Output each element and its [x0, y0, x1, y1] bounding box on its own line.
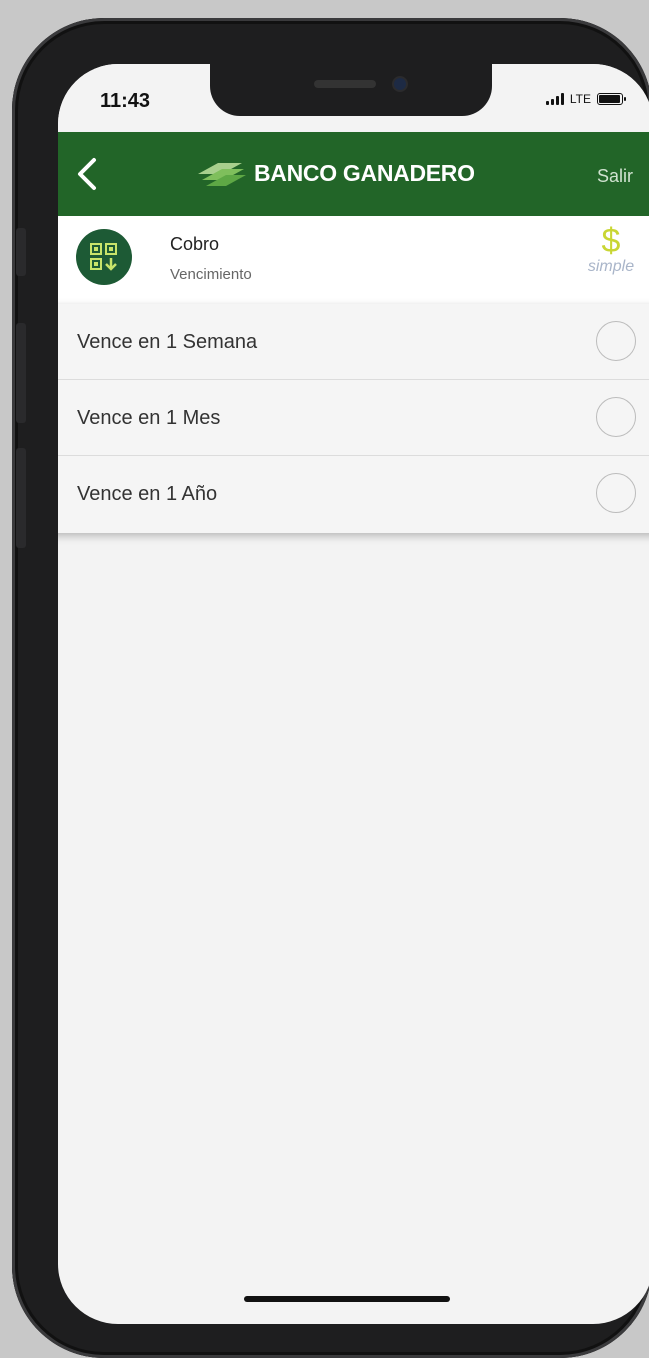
transaction-header: Cobro Vencimiento $ simple — [58, 216, 649, 304]
option-label: Vence en 1 Mes — [77, 407, 221, 429]
camera — [394, 78, 406, 90]
simple-logo: $ simple — [581, 224, 641, 290]
back-chevron-icon[interactable] — [72, 156, 102, 192]
option-one-year[interactable]: Vence en 1 Año — [58, 456, 649, 533]
header-subtitle: Vencimiento — [170, 266, 252, 283]
status-time: 11:43 — [100, 90, 151, 112]
status-indicators: LTE — [545, 92, 626, 106]
network-type: LTE — [569, 92, 591, 106]
mute-switch — [16, 228, 26, 276]
option-one-month[interactable]: Vence en 1 Mes — [58, 380, 649, 456]
brand-name: BANCO GANADERO — [254, 160, 475, 186]
qr-charge-icon — [76, 229, 132, 285]
battery-icon — [597, 93, 626, 105]
bank-logo-icon — [198, 162, 246, 186]
speaker — [314, 80, 376, 88]
exit-button[interactable]: Salir — [597, 166, 633, 187]
navigation-bar: BANCO GANADERO Salir — [58, 132, 649, 216]
radio-button[interactable] — [596, 397, 636, 437]
option-one-week[interactable]: Vence en 1 Semana — [58, 304, 649, 380]
option-label: Vence en 1 Año — [77, 483, 218, 505]
header-title: Cobro — [170, 234, 220, 254]
radio-button[interactable] — [596, 473, 636, 513]
dollar-icon: $ — [601, 222, 621, 260]
signal-icon — [545, 93, 564, 105]
phone-frame: 11:43 LTE BANCO GANADERO Salir Cobro Ven… — [12, 18, 649, 1358]
home-indicator[interactable] — [244, 1296, 450, 1302]
radio-button[interactable] — [596, 321, 636, 361]
expiration-options-list: Vence en 1 Semana Vence en 1 Mes Vence e… — [58, 304, 649, 533]
option-label: Vence en 1 Semana — [77, 331, 258, 353]
simple-logo-text: simple — [587, 258, 635, 275]
notch — [210, 64, 492, 116]
volume-down-button — [16, 448, 26, 548]
volume-up-button — [16, 323, 26, 423]
brand-logo: BANCO GANADERO — [198, 160, 475, 187]
screen: 11:43 LTE BANCO GANADERO Salir Cobro Ven… — [58, 64, 649, 1324]
